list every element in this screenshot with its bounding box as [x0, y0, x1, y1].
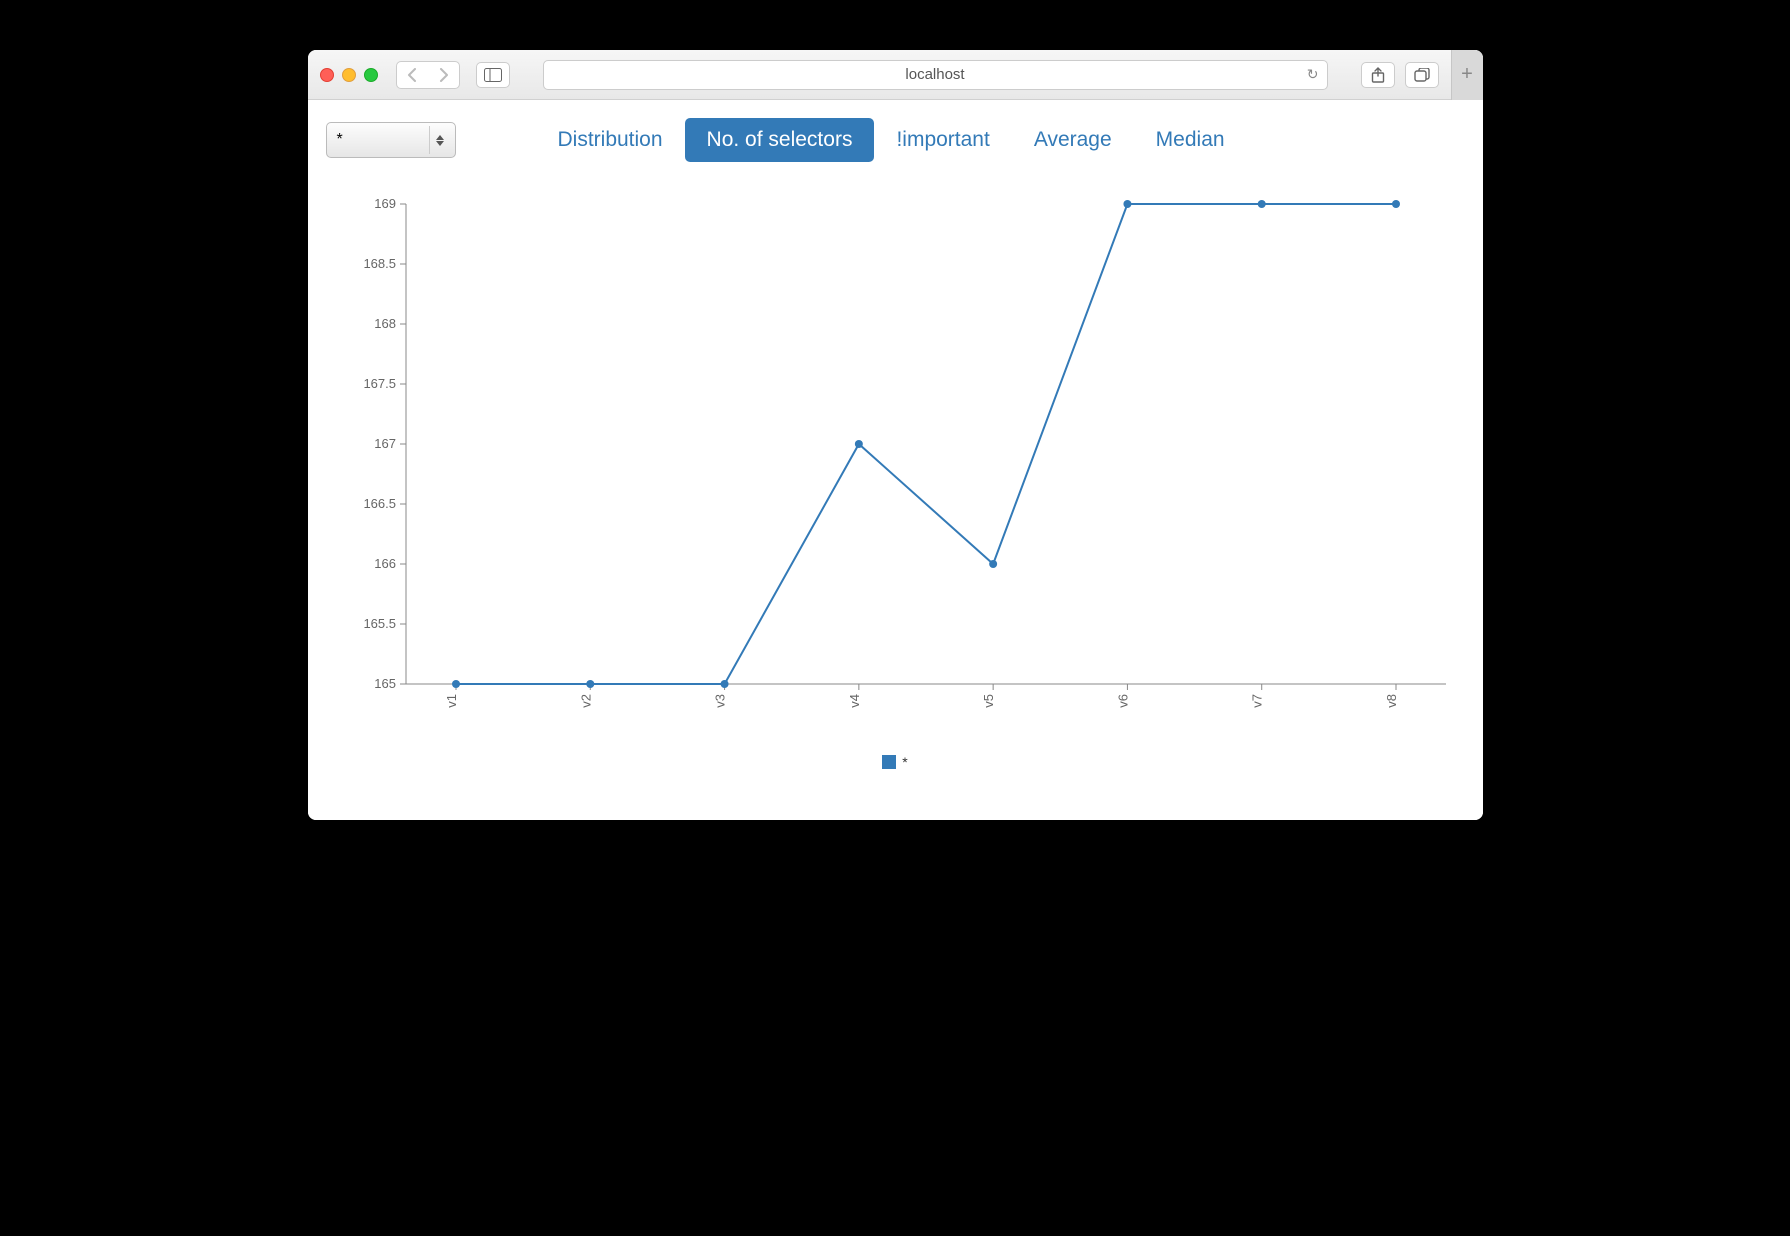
- browser-window: localhost ↻ + * Distribution No. of sele…: [308, 50, 1483, 820]
- tab-median[interactable]: Median: [1134, 118, 1247, 162]
- x-tick-label: v2: [578, 694, 593, 708]
- data-point[interactable]: [1123, 200, 1131, 208]
- data-point[interactable]: [854, 440, 862, 448]
- legend-label: *: [902, 754, 907, 770]
- toolbar-right: [1361, 62, 1439, 88]
- address-bar[interactable]: localhost ↻: [543, 60, 1328, 90]
- chart-legend: *: [326, 754, 1465, 770]
- y-tick-label: 166.5: [363, 496, 396, 511]
- share-button[interactable]: [1361, 62, 1395, 88]
- tab-average[interactable]: Average: [1012, 118, 1134, 162]
- x-tick-label: v5: [981, 694, 996, 708]
- tab-important[interactable]: !important: [874, 118, 1011, 162]
- chart-toolbar: * Distribution No. of selectors !importa…: [326, 118, 1465, 162]
- tabs-button[interactable]: [1405, 62, 1439, 88]
- y-tick-label: 168: [374, 316, 396, 331]
- data-point[interactable]: [720, 680, 728, 688]
- chart: 165 165.5 166 166.5 167 167.5 168 168.5 169 v1 v2 v…: [326, 184, 1465, 770]
- dropdown-caret-icon: [429, 126, 451, 154]
- data-point[interactable]: [1257, 200, 1265, 208]
- y-tick-label: 166: [374, 556, 396, 571]
- x-tick-label: v7: [1249, 694, 1264, 708]
- minimize-window-icon[interactable]: [342, 68, 356, 82]
- x-tick-label: v1: [444, 694, 459, 708]
- y-tick-label: 165: [374, 676, 396, 691]
- traffic-lights: [320, 68, 378, 82]
- x-tick-label: v3: [712, 694, 727, 708]
- legend-swatch: [882, 755, 896, 769]
- close-window-icon[interactable]: [320, 68, 334, 82]
- back-button[interactable]: [397, 62, 427, 88]
- zoom-window-icon[interactable]: [364, 68, 378, 82]
- new-tab-button[interactable]: +: [1451, 50, 1483, 100]
- selector-dropdown[interactable]: *: [326, 122, 456, 158]
- page-content: * Distribution No. of selectors !importa…: [308, 100, 1483, 820]
- forward-button[interactable]: [429, 62, 459, 88]
- selector-value: *: [337, 131, 343, 149]
- tab-no-of-selectors[interactable]: No. of selectors: [685, 118, 875, 162]
- y-tick-label: 169: [374, 196, 396, 211]
- sidebar-toggle-button[interactable]: [476, 62, 510, 88]
- x-tick-label: v4: [846, 694, 861, 708]
- x-tick-label: v8: [1384, 694, 1399, 708]
- y-tick-label: 168.5: [363, 256, 396, 271]
- data-point[interactable]: [452, 680, 460, 688]
- y-tick-label: 167.5: [363, 376, 396, 391]
- nav-back-forward: [396, 61, 460, 89]
- line-chart: 165 165.5 166 166.5 167 167.5 168 168.5 169 v1 v2 v…: [326, 184, 1466, 744]
- tab-distribution[interactable]: Distribution: [536, 118, 685, 162]
- titlebar: localhost ↻ +: [308, 50, 1483, 100]
- data-point[interactable]: [1392, 200, 1400, 208]
- reload-icon[interactable]: ↻: [1307, 66, 1319, 83]
- data-point[interactable]: [989, 560, 997, 568]
- y-tick-label: 167: [374, 436, 396, 451]
- y-tick-label: 165.5: [363, 616, 396, 631]
- data-point[interactable]: [586, 680, 594, 688]
- x-tick-label: v6: [1115, 694, 1130, 708]
- url-host: localhost: [905, 66, 964, 83]
